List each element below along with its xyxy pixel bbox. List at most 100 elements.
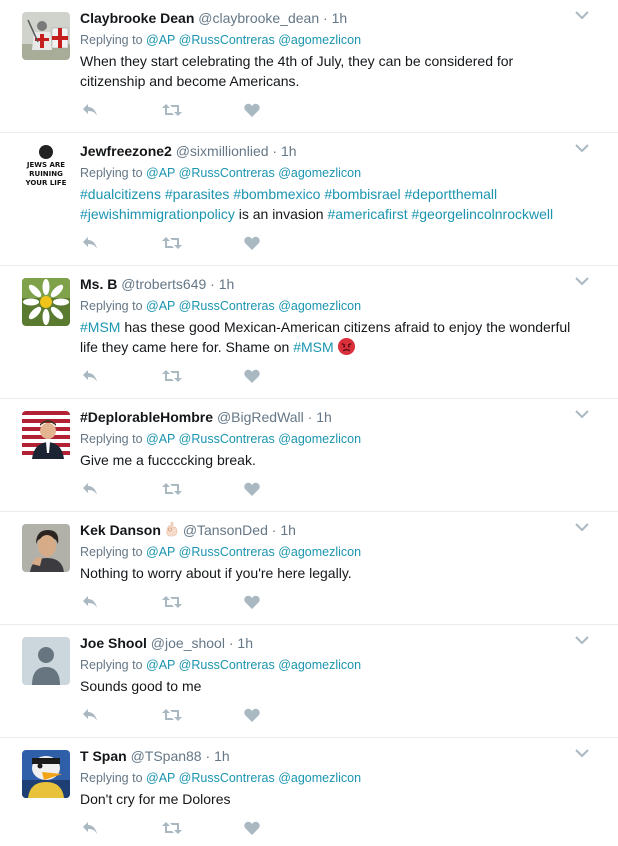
reply-icon[interactable] bbox=[82, 595, 98, 609]
user-handle[interactable]: @claybrooke_dean bbox=[198, 10, 319, 26]
timestamp[interactable]: 1h bbox=[281, 143, 297, 159]
retweet-icon[interactable] bbox=[162, 482, 182, 496]
retweet-icon[interactable] bbox=[162, 595, 182, 609]
tweet[interactable]: JEWS ARE RUINING YOUR LIFE Jewfreezone2 … bbox=[0, 133, 618, 266]
reply-icon[interactable] bbox=[82, 821, 98, 835]
hashtag-link[interactable]: #americafirst bbox=[327, 206, 407, 222]
chevron-down-icon[interactable] bbox=[574, 633, 590, 645]
display-name[interactable]: T Span bbox=[80, 748, 127, 764]
hashtag-link[interactable]: #bombisrael bbox=[324, 186, 400, 202]
reply-icon[interactable] bbox=[82, 708, 98, 722]
cartoon-duck-icon bbox=[22, 750, 70, 798]
retweet-icon[interactable] bbox=[162, 369, 182, 383]
mention-link[interactable]: @agomezlicon bbox=[278, 166, 361, 180]
hashtag-link[interactable]: #dualcitizens bbox=[80, 186, 161, 202]
user-handle[interactable]: @sixmillionlied bbox=[176, 143, 269, 159]
tweet[interactable]: Ms. B @troberts649 · 1h Replying to @AP … bbox=[0, 266, 618, 399]
mention-link[interactable]: @AP bbox=[146, 771, 175, 785]
action-bar bbox=[82, 482, 282, 500]
retweet-icon[interactable] bbox=[162, 236, 182, 250]
mention-link[interactable]: @RussContreras bbox=[179, 658, 275, 672]
heart-icon[interactable] bbox=[244, 369, 260, 383]
tweet[interactable]: Claybrooke Dean @claybrooke_dean · 1h Re… bbox=[0, 0, 618, 133]
mention-link[interactable]: @AP bbox=[146, 658, 175, 672]
chevron-down-icon[interactable] bbox=[574, 746, 590, 758]
avatar[interactable]: JEWS ARE RUINING YOUR LIFE bbox=[22, 145, 70, 193]
user-handle[interactable]: @BigRedWall bbox=[217, 409, 304, 425]
mention-link[interactable]: @RussContreras bbox=[179, 166, 275, 180]
hashtag-link[interactable]: #MSM bbox=[293, 339, 333, 355]
mention-link[interactable]: @AP bbox=[146, 299, 175, 313]
hashtag-link[interactable]: #MSM bbox=[80, 319, 120, 335]
heart-icon[interactable] bbox=[244, 482, 260, 496]
display-name[interactable]: Jewfreezone2 bbox=[80, 143, 172, 159]
chevron-down-icon[interactable] bbox=[574, 8, 590, 20]
display-name[interactable]: #DeplorableHombre bbox=[80, 409, 213, 425]
heart-icon[interactable] bbox=[244, 595, 260, 609]
timestamp[interactable]: 1h bbox=[214, 748, 230, 764]
replying-to: Replying to @AP @RussContreras @agomezli… bbox=[80, 298, 578, 314]
display-name[interactable]: Kek Danson bbox=[80, 522, 161, 538]
display-name[interactable]: Claybrooke Dean bbox=[80, 10, 194, 26]
timestamp[interactable]: 1h bbox=[316, 409, 332, 425]
reply-icon[interactable] bbox=[82, 482, 98, 496]
mention-link[interactable]: @RussContreras bbox=[179, 432, 275, 446]
timestamp[interactable]: 1h bbox=[237, 635, 253, 651]
mention-link[interactable]: @RussContreras bbox=[179, 545, 275, 559]
hashtag-link[interactable]: #parasites bbox=[165, 186, 230, 202]
retweet-icon[interactable] bbox=[162, 821, 182, 835]
reply-icon[interactable] bbox=[82, 103, 98, 117]
heart-icon[interactable] bbox=[244, 821, 260, 835]
hashtag-link[interactable]: #deportthemall bbox=[405, 186, 498, 202]
timestamp[interactable]: 1h bbox=[280, 522, 296, 538]
separator-dot: · bbox=[271, 522, 277, 538]
hashtag-link[interactable]: #jewishimmigrationpolicy bbox=[80, 206, 235, 222]
tweet-header: Kek Danson @TansonDed · 1h bbox=[80, 521, 578, 539]
display-name[interactable]: Ms. B bbox=[80, 276, 117, 292]
chevron-down-icon[interactable] bbox=[574, 141, 590, 153]
mention-link[interactable]: @RussContreras bbox=[179, 33, 275, 47]
timestamp[interactable]: 1h bbox=[219, 276, 235, 292]
mention-link[interactable]: @agomezlicon bbox=[278, 545, 361, 559]
user-handle[interactable]: @TSpan88 bbox=[131, 748, 202, 764]
retweet-icon[interactable] bbox=[162, 708, 182, 722]
avatar[interactable] bbox=[22, 411, 70, 459]
user-handle[interactable]: @joe_shool bbox=[151, 635, 225, 651]
heart-icon[interactable] bbox=[244, 103, 260, 117]
tweet[interactable]: T Span @TSpan88 · 1h Replying to @AP @Ru… bbox=[0, 738, 618, 846]
text-segment: is an invasion bbox=[234, 206, 328, 222]
timestamp[interactable]: 1h bbox=[332, 10, 348, 26]
avatar[interactable] bbox=[22, 750, 70, 798]
hashtag-link[interactable]: #georgelincolnrockwell bbox=[411, 206, 553, 222]
mention-link[interactable]: @AP bbox=[146, 33, 175, 47]
mention-link[interactable]: @agomezlicon bbox=[278, 33, 361, 47]
mention-link[interactable]: @agomezlicon bbox=[278, 658, 361, 672]
reply-icon[interactable] bbox=[82, 369, 98, 383]
avatar[interactable] bbox=[22, 524, 70, 572]
display-name[interactable]: Joe Shool bbox=[80, 635, 147, 651]
chevron-down-icon[interactable] bbox=[574, 407, 590, 419]
chevron-down-icon[interactable] bbox=[574, 520, 590, 532]
mention-link[interactable]: @AP bbox=[146, 432, 175, 446]
mention-link[interactable]: @RussContreras bbox=[179, 299, 275, 313]
avatar[interactable] bbox=[22, 278, 70, 326]
mention-link[interactable]: @AP bbox=[146, 545, 175, 559]
user-handle[interactable]: @TansonDed bbox=[183, 522, 268, 538]
tweet[interactable]: Kek Danson @TansonDed · 1h Replying to @… bbox=[0, 512, 618, 625]
hashtag-link[interactable]: #bombmexico bbox=[233, 186, 320, 202]
tweet[interactable]: #DeplorableHombre @BigRedWall · 1h Reply… bbox=[0, 399, 618, 512]
mention-link[interactable]: @RussContreras bbox=[179, 771, 275, 785]
avatar[interactable] bbox=[22, 12, 70, 60]
mention-link[interactable]: @agomezlicon bbox=[278, 771, 361, 785]
user-handle[interactable]: @troberts649 bbox=[121, 276, 206, 292]
mention-link[interactable]: @AP bbox=[146, 166, 175, 180]
chevron-down-icon[interactable] bbox=[574, 274, 590, 286]
avatar[interactable] bbox=[22, 637, 70, 685]
heart-icon[interactable] bbox=[244, 236, 260, 250]
mention-link[interactable]: @agomezlicon bbox=[278, 299, 361, 313]
mention-link[interactable]: @agomezlicon bbox=[278, 432, 361, 446]
retweet-icon[interactable] bbox=[162, 103, 182, 117]
tweet[interactable]: Joe Shool @joe_shool · 1h Replying to @A… bbox=[0, 625, 618, 738]
reply-icon[interactable] bbox=[82, 236, 98, 250]
heart-icon[interactable] bbox=[244, 708, 260, 722]
